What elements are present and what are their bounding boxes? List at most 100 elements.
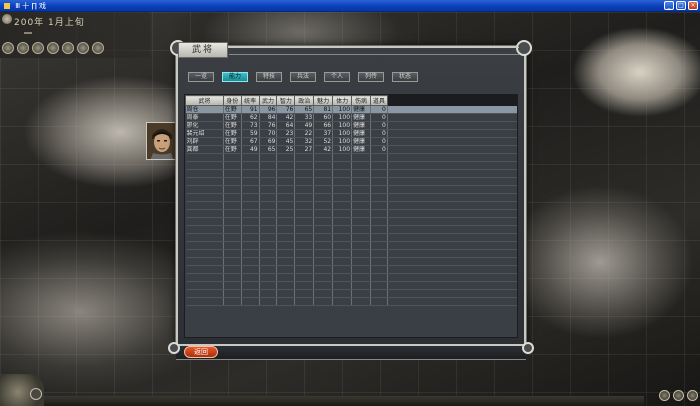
table-cell: 在野 [223,145,242,154]
column-header[interactable]: 武将 [185,95,224,106]
table-row[interactable]: 周泰 在野 62 84 42 33 60 100 健康 0 [185,113,517,122]
column-header[interactable]: 魅力 [313,95,334,106]
column-header[interactable]: 智力 [276,95,296,106]
empty-table-row [185,185,517,194]
table-cell: 廖化 [185,121,224,130]
maximize-button[interactable]: □ [676,1,686,10]
table-cell: 健康 [351,105,371,114]
column-header[interactable]: 武力 [258,95,278,106]
tab-6[interactable]: 列传 [358,72,384,82]
command-icon[interactable] [2,42,14,54]
table-row[interactable]: 裴元绍 在野 59 70 23 22 37 100 健康 0 [185,129,517,138]
empty-cell [313,217,334,226]
tab-2[interactable]: 能力 [222,72,248,82]
table-row[interactable]: 周仓 在野 91 96 76 65 81 100 健康 0 [185,105,517,114]
empty-cell [241,177,260,186]
dial-ring-icon[interactable] [30,388,42,400]
empty-cell [223,289,242,298]
command-icon[interactable] [17,42,29,54]
officer-table: 武将 身份 统率 武力 智力 政治 魅力 体力 伤病 道具 周仓 在野 91 96 76 65 81 100 健康… [185,95,518,306]
minimap-dial[interactable] [0,374,44,406]
minimize-button[interactable]: _ [664,1,674,10]
empty-cell [276,225,296,234]
menu-icon[interactable] [687,390,698,401]
table-row[interactable]: 廖化 在野 73 76 64 49 66 100 健康 0 [185,121,517,130]
table-header-row: 武将 身份 统率 武力 智力 政治 魅力 体力 伤病 道具 [185,95,518,106]
panel-title: 武将 [178,42,519,58]
empty-cell [241,281,260,290]
empty-cell [259,289,278,298]
empty-cell [259,185,278,194]
empty-cell [332,233,353,242]
table-cell: 在野 [223,121,242,130]
empty-cell [223,241,242,250]
close-button[interactable]: × [688,1,698,10]
table-row[interactable]: 龚都 在野 49 65 25 27 42 100 健康 0 [185,145,517,154]
empty-table-row [185,225,517,234]
empty-cell [370,185,388,194]
settings-icon[interactable] [659,390,670,401]
empty-cell [259,233,278,242]
tab-4[interactable]: 兵法 [290,72,316,82]
empty-cell [294,273,315,282]
empty-cell [294,297,315,306]
column-header[interactable]: 身份 [222,95,242,106]
row-filler [387,193,517,202]
command-icon[interactable] [77,42,89,54]
column-header[interactable]: 道具 [369,95,388,106]
empty-cell [223,153,242,162]
empty-cell [313,209,334,218]
empty-cell [294,249,315,258]
tab-3[interactable]: 特技 [256,72,282,82]
speed-icon[interactable] [673,390,684,401]
column-header[interactable]: 政治 [294,95,315,106]
tab-7[interactable]: 状态 [392,72,418,82]
empty-table-row [185,177,517,186]
table-cell: 67 [241,137,260,146]
table-cell: 0 [370,121,388,130]
command-icon[interactable] [62,42,74,54]
back-button[interactable]: 返回 [184,346,218,358]
empty-cell [332,281,353,290]
tab-5[interactable]: 个人 [324,72,350,82]
empty-cell [294,217,315,226]
table-cell: 52 [313,137,334,146]
officer-portrait [146,122,176,160]
empty-cell [313,265,334,274]
empty-cell [313,257,334,266]
empty-cell [351,257,371,266]
empty-cell [185,265,224,274]
empty-cell [332,185,353,194]
tab-1[interactable]: 一览 [188,72,214,82]
command-icon[interactable] [47,42,59,54]
column-header[interactable]: 统率 [240,95,260,106]
empty-cell [276,233,296,242]
column-header[interactable]: 体力 [332,95,353,106]
officer-table-area: 武将 身份 统率 武力 智力 政治 魅力 体力 伤病 道具 周仓 在野 91 96 76 65 81 100 健康… [184,94,518,338]
empty-cell [241,193,260,202]
empty-cell [259,201,278,210]
empty-cell [332,273,353,282]
empty-cell [351,297,371,306]
empty-cell [370,249,388,258]
table-cell: 62 [241,113,260,122]
row-filler [387,257,517,266]
column-header[interactable]: 伤病 [351,95,371,106]
empty-cell [259,161,278,170]
command-icon[interactable] [32,42,44,54]
empty-cell [259,273,278,282]
empty-cell [294,281,315,290]
empty-cell [332,177,353,186]
empty-cell [351,249,371,258]
empty-cell [370,201,388,210]
row-filler [387,233,517,242]
command-icon[interactable] [92,42,104,54]
table-cell: 裴元绍 [185,129,224,138]
empty-cell [351,265,371,274]
empty-cell [259,153,278,162]
empty-cell [294,177,315,186]
empty-cell [223,193,242,202]
row-filler [387,225,517,234]
table-row[interactable]: 刘辟 在野 67 69 45 32 52 100 健康 0 [185,137,517,146]
empty-cell [370,281,388,290]
